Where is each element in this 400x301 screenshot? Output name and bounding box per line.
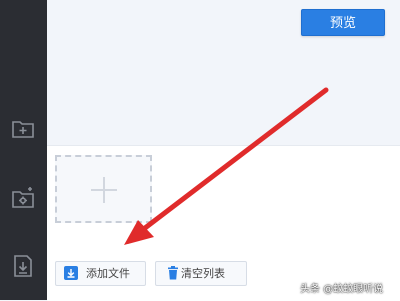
download-file-icon[interactable] (11, 254, 35, 278)
clear-list-label: 清空列表 (181, 267, 225, 280)
add-file-icon (64, 266, 78, 280)
add-file-tile[interactable] (55, 155, 152, 223)
trash-icon (166, 266, 180, 280)
folder-settings-icon[interactable] (11, 186, 35, 210)
plus-icon (91, 177, 117, 203)
folder-add-icon[interactable] (11, 116, 35, 140)
preview-button[interactable]: 预览 (301, 9, 385, 36)
sidebar (0, 0, 47, 300)
add-file-button[interactable]: 添加文件 (55, 261, 146, 286)
add-file-label: 添加文件 (86, 267, 130, 280)
clear-list-button[interactable]: 清空列表 (155, 261, 247, 286)
watermark: 头条 @蚊蚊眼听说 (300, 284, 384, 295)
